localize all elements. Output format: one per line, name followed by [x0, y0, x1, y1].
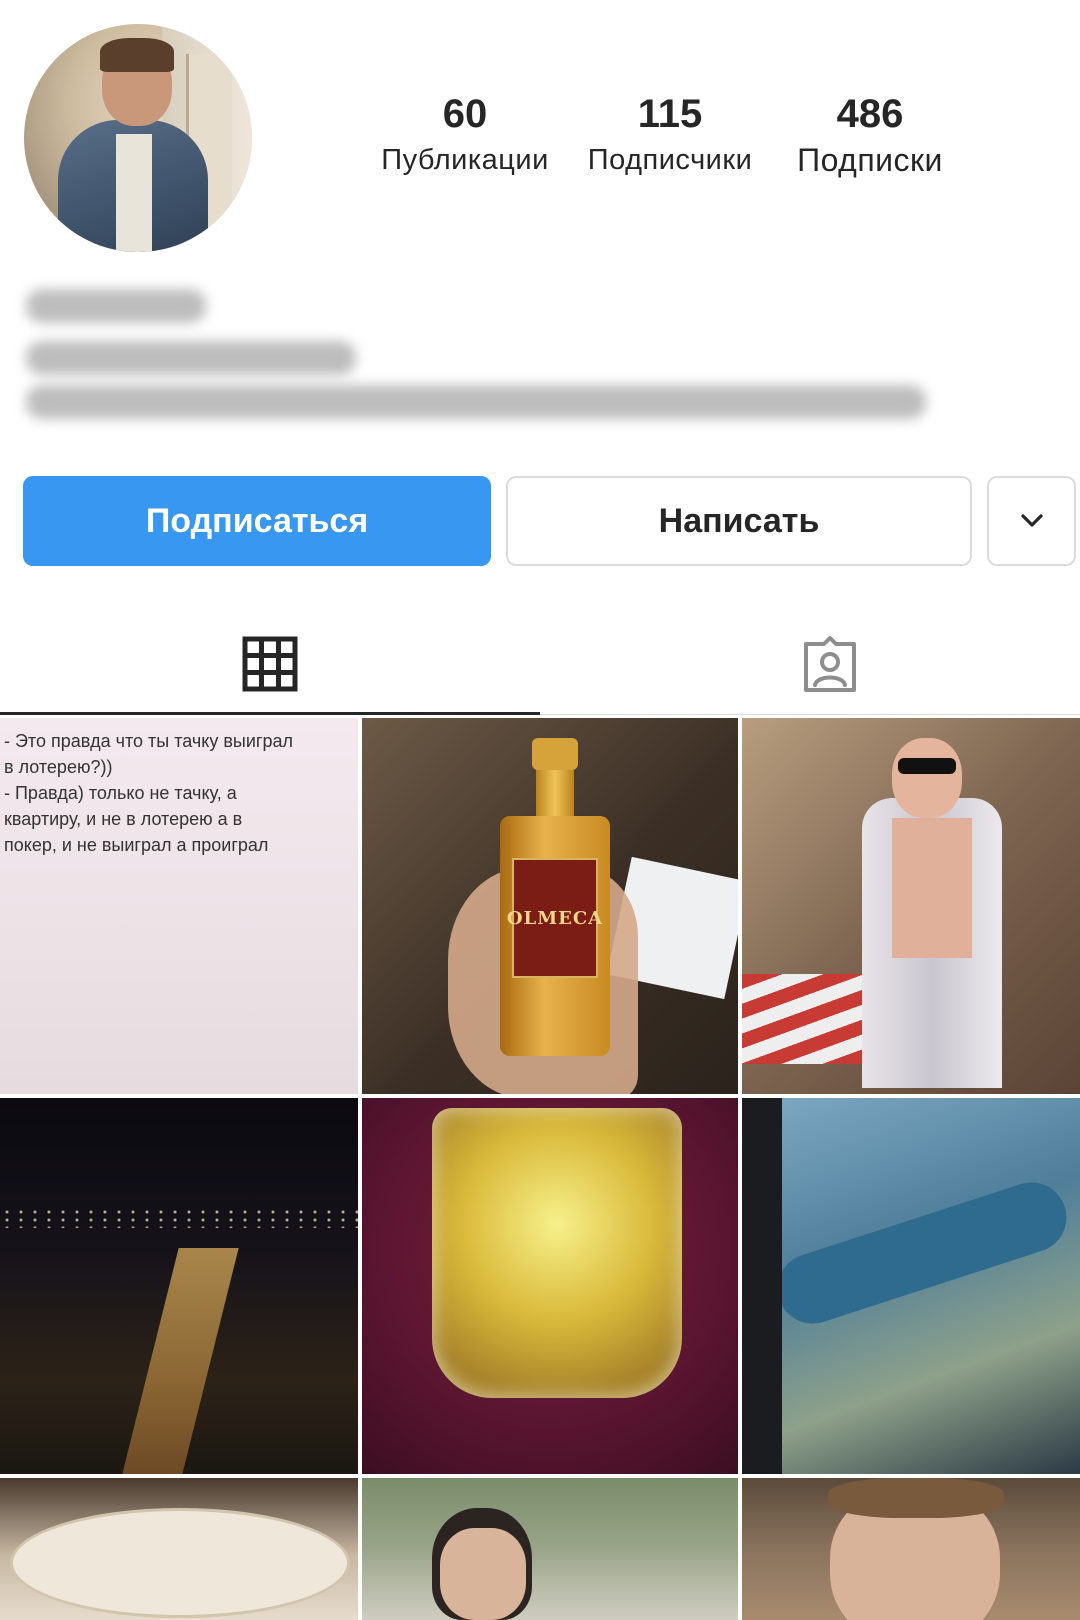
post-image-tea-cake [10, 1508, 350, 1618]
post-image-river [768, 1173, 1076, 1333]
stat-posts-count: 60 [442, 92, 488, 136]
post-image-hair [828, 1478, 1004, 1518]
stat-followers[interactable]: 115 Подписчики [575, 90, 765, 180]
post-image-bottle: OLMECA [500, 738, 610, 1058]
post-thumbnail-drink-glass[interactable] [362, 1098, 738, 1474]
post-thumbnail-man-portrait[interactable] [362, 1478, 738, 1620]
bio-blur-line [26, 341, 356, 375]
more-options-button[interactable] [987, 476, 1076, 566]
stat-following[interactable]: 486 Подписки [780, 90, 960, 180]
post-text-content: - Это правда что ты тачку выиграл в лоте… [4, 728, 344, 858]
post-text-line: - Это правда что ты тачку выиграл [4, 731, 294, 751]
post-text-line: - Правда) только не тачку, а [4, 783, 237, 803]
follow-button[interactable]: Подписаться [23, 476, 491, 566]
stat-posts[interactable]: 60 Публикации [370, 90, 560, 180]
chevron-down-icon [1020, 514, 1043, 527]
tagged-person-icon [804, 636, 856, 692]
post-image-striped-cushion [742, 974, 882, 1064]
grid-icon [242, 636, 298, 691]
post-text-line: квартиру, и не в лотерею а в [4, 809, 243, 829]
post-thumbnail-night-city[interactable] [0, 1098, 358, 1474]
post-thumbnail-bottle[interactable]: OLMECA [362, 718, 738, 1094]
post-image-city-lights [0, 1208, 358, 1228]
post-image-torso [892, 818, 972, 958]
post-image-sunglasses [898, 758, 956, 774]
avatar-person-shirt [116, 134, 152, 252]
stat-followers-label: Подписчики [587, 144, 753, 176]
post-text-line: покер, и не выиграл а проиграл [4, 835, 269, 855]
post-thumbnail-fur-coat[interactable] [742, 718, 1080, 1094]
stat-following-label: Подписки [797, 142, 943, 178]
bottle-label-text: OLMECA [506, 907, 604, 929]
post-image-window-frame [742, 1098, 782, 1474]
stat-followers-count: 115 [637, 92, 703, 136]
profile-avatar[interactable] [24, 24, 252, 252]
message-button[interactable]: Написать [506, 476, 972, 566]
post-text-line: в лотерею?)) [4, 757, 113, 777]
tab-tagged[interactable] [560, 615, 1080, 715]
bio-blur-line [26, 289, 206, 323]
post-image-face [892, 738, 962, 818]
post-thumbnail-tea-cake[interactable] [0, 1478, 358, 1620]
profile-stats: 60 Публикации 115 Подписчики 486 Подписк… [370, 90, 990, 200]
profile-tabs [0, 615, 1080, 715]
post-image-glass [432, 1108, 682, 1398]
tab-posts-grid[interactable] [0, 615, 540, 715]
posts-grid: - Это правда что ты тачку выиграл в лоте… [0, 718, 1080, 1620]
post-thumbnail-selfie[interactable] [742, 1478, 1080, 1620]
post-image-face [440, 1528, 526, 1620]
post-thumbnail-text[interactable]: - Это правда что ты тачку выиграл в лоте… [0, 718, 358, 1094]
avatar-person-hair [100, 38, 174, 72]
stat-following-count: 486 [836, 92, 904, 136]
profile-bio-blurred [20, 285, 950, 435]
post-thumbnail-aerial-view[interactable] [742, 1098, 1080, 1474]
bio-blur-line [26, 385, 926, 419]
stat-posts-label: Публикации [381, 144, 549, 176]
post-image-road [121, 1248, 239, 1474]
